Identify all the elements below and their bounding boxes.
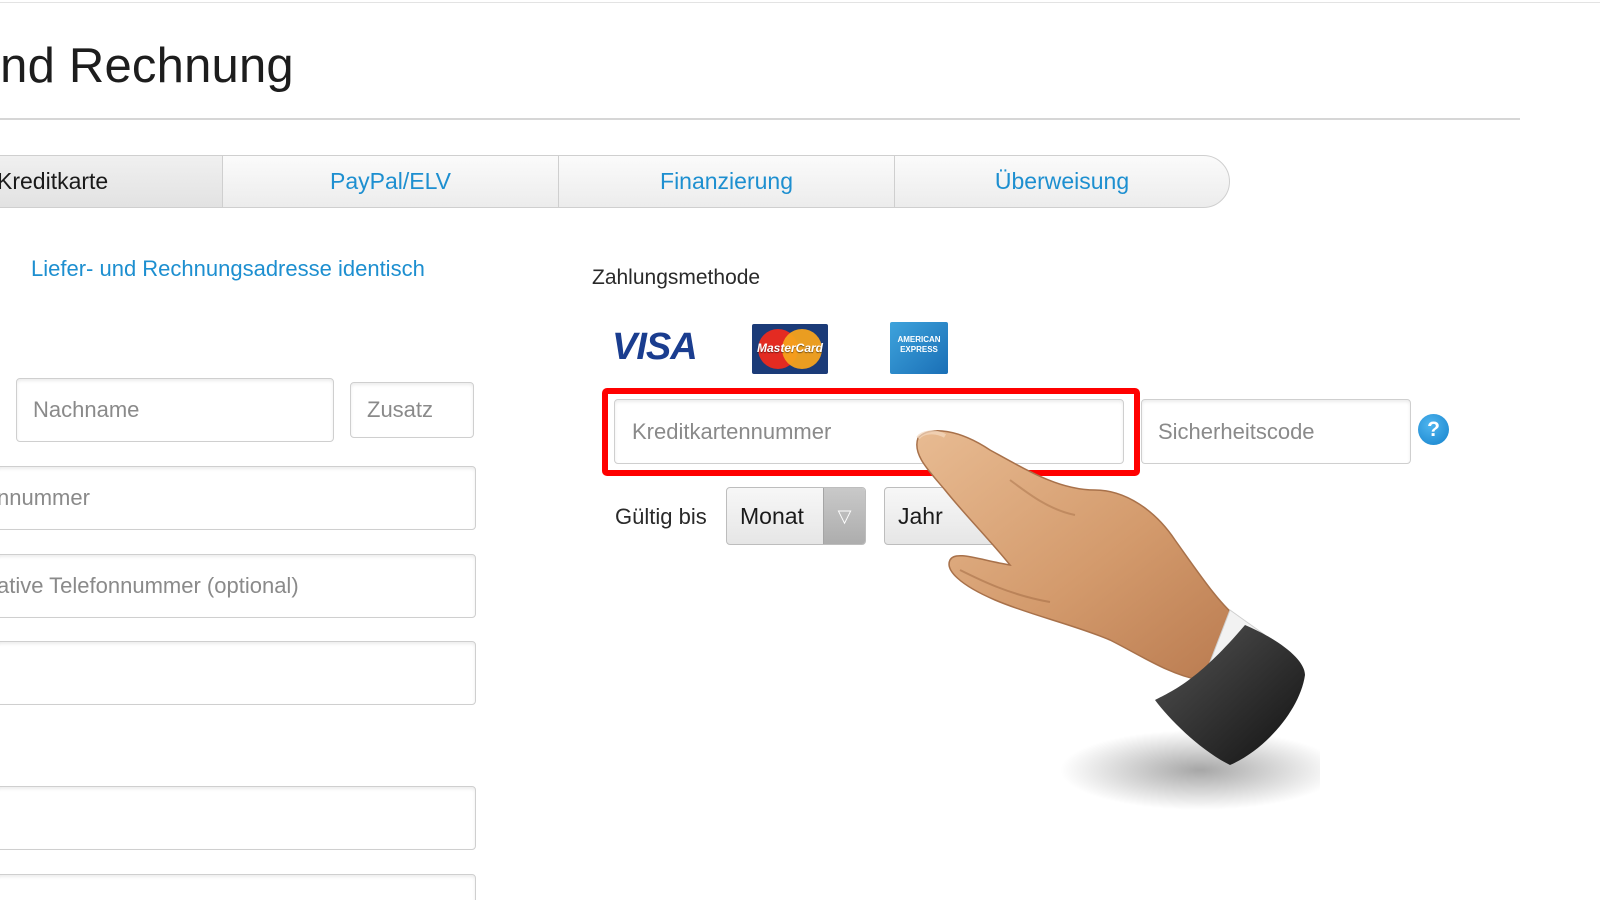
tab-kreditkarte[interactable]: Kreditkarte bbox=[0, 156, 223, 207]
mastercard-logo[interactable]: MasterCard bbox=[752, 324, 828, 374]
visa-logo-text: VISA bbox=[612, 326, 698, 368]
tab-finanzierung[interactable]: Finanzierung bbox=[559, 156, 895, 207]
page-title: ng und Rechnung bbox=[0, 39, 294, 93]
visa-logo[interactable]: VISA bbox=[612, 326, 698, 369]
address-field[interactable] bbox=[0, 641, 476, 705]
pointing-hand-icon bbox=[916, 430, 1320, 810]
amex-logo[interactable]: AMERICAN EXPRESS bbox=[890, 322, 948, 374]
help-icon[interactable]: ? bbox=[1418, 414, 1449, 445]
lastname-field[interactable]: Nachname bbox=[16, 378, 334, 442]
amex-logo-text: AMERICAN EXPRESS bbox=[897, 335, 941, 354]
title-divider bbox=[0, 118, 1520, 120]
top-divider bbox=[0, 2, 1600, 3]
month-select-value: Monat bbox=[740, 502, 804, 529]
month-select[interactable]: Monat ▽ bbox=[726, 487, 866, 545]
suffix-field[interactable]: Zusatz bbox=[350, 382, 474, 438]
city-field[interactable] bbox=[0, 786, 476, 850]
chevron-down-icon: ▽ bbox=[823, 488, 865, 544]
tab-paypal-elv[interactable]: PayPal/ELV bbox=[223, 156, 559, 207]
payment-tabs: Kreditkarte PayPal/ELV Finanzierung Über… bbox=[0, 155, 1230, 208]
checkout-page: ng und Rechnung Kreditkarte PayPal/ELV F… bbox=[0, 0, 1600, 900]
alt-phone-field[interactable]: ative Telefonnummer (optional) bbox=[0, 554, 476, 618]
mastercard-logo-text: MasterCard bbox=[756, 341, 824, 355]
address-identical-link[interactable]: Liefer- und Rechnungsadresse identisch bbox=[31, 256, 425, 282]
phone-field[interactable]: nnummer bbox=[0, 466, 476, 530]
payment-method-label: Zahlungsmethode bbox=[592, 266, 761, 289]
tab-ueberweisung[interactable]: Überweisung bbox=[895, 156, 1229, 207]
valid-until-label: Gültig bis bbox=[615, 504, 707, 529]
country-field[interactable] bbox=[0, 874, 476, 900]
